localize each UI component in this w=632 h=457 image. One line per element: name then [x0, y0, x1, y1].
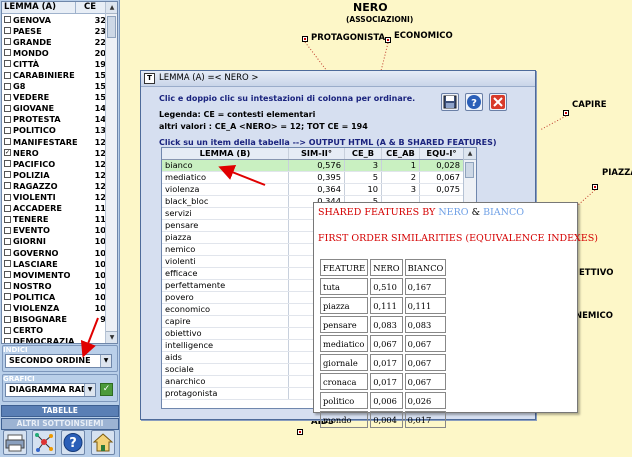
annotation-arrows — [80, 164, 266, 358]
arrow-to-indici — [80, 317, 99, 358]
arrow-to-table-row — [218, 164, 266, 186]
